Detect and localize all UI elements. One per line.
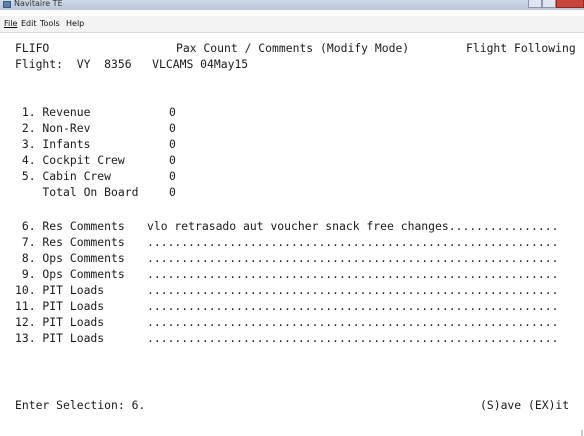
count-value[interactable]: 0 (169, 106, 176, 119)
window-title: Navitaire TE (14, 0, 63, 8)
menu-tools-label: Tools (40, 19, 60, 28)
comment-label: 13. PIT Loads (15, 331, 105, 345)
comment-label: 11. PIT Loads (15, 299, 105, 313)
count-value[interactable]: 0 (169, 154, 176, 167)
count-label: 2. Non-Rev (15, 121, 91, 135)
comment-field[interactable]: ........................................… (147, 268, 558, 281)
comment-label: 7. Res Comments (15, 235, 125, 249)
menu-bar: File Edit Tools Help (0, 16, 584, 33)
terminal-screen[interactable]: FLIFO Pax Count / Comments (Modify Mode)… (0, 33, 584, 436)
menu-tools[interactable]: Tools (40, 19, 60, 28)
selection-prompt[interactable]: Enter Selection: 6. (15, 399, 145, 412)
count-value[interactable]: 0 (169, 170, 176, 183)
count-label: 4. Cockpit Crew (15, 153, 125, 167)
comment-label: 6. Res Comments (15, 219, 125, 233)
comment-field[interactable]: ........................................… (147, 284, 558, 297)
flight-info: Flight: VY 8356 VLCAMS 04May15 (15, 57, 249, 71)
count-label: 5. Cabin Crew (15, 169, 112, 183)
count-value[interactable]: 0 (169, 122, 176, 135)
count-label: 3. Infants (15, 137, 91, 151)
comment-field[interactable]: ........................................… (147, 316, 558, 329)
comment-field[interactable]: ........................................… (147, 236, 558, 249)
title-bar: Navitaire TE (0, 0, 584, 10)
screen-code: FLIFO (15, 41, 50, 55)
comment-label: 10. PIT Loads (15, 283, 105, 297)
comment-field[interactable]: ........................................… (147, 252, 558, 265)
comment-field[interactable]: ........................................… (147, 300, 558, 313)
screen-mode: Flight Following (466, 41, 576, 55)
menu-file[interactable]: File (4, 19, 17, 28)
comment-field[interactable]: vlo retrasado aut voucher snack free cha… (147, 220, 558, 233)
menu-edit-label: Edit (21, 19, 37, 28)
maximize-button[interactable] (542, 0, 556, 8)
minimize-button[interactable] (528, 0, 542, 8)
comment-label: 8. Ops Comments (15, 251, 125, 265)
save-exit-hint: (S)ave (EX)it (480, 398, 570, 412)
count-value[interactable]: 0 (169, 138, 176, 151)
comment-label: 12. PIT Loads (15, 315, 105, 329)
scrollbar[interactable] (581, 430, 583, 436)
screen-title: Pax Count / Comments (Modify Mode) (176, 41, 410, 55)
menu-help-label: Help (66, 19, 85, 28)
app-icon (3, 1, 11, 8)
menu-help[interactable]: Help (66, 19, 84, 28)
count-label: 1. Revenue (15, 105, 91, 119)
comment-label: 9. Ops Comments (15, 267, 125, 281)
comment-field[interactable]: ........................................… (147, 332, 558, 345)
close-button[interactable] (556, 0, 584, 8)
total-on-board-value: 0 (169, 185, 176, 199)
menu-edit[interactable]: Edit (21, 19, 37, 28)
total-on-board-label: Total On Board (15, 185, 139, 199)
menu-file-label: File (4, 19, 18, 28)
